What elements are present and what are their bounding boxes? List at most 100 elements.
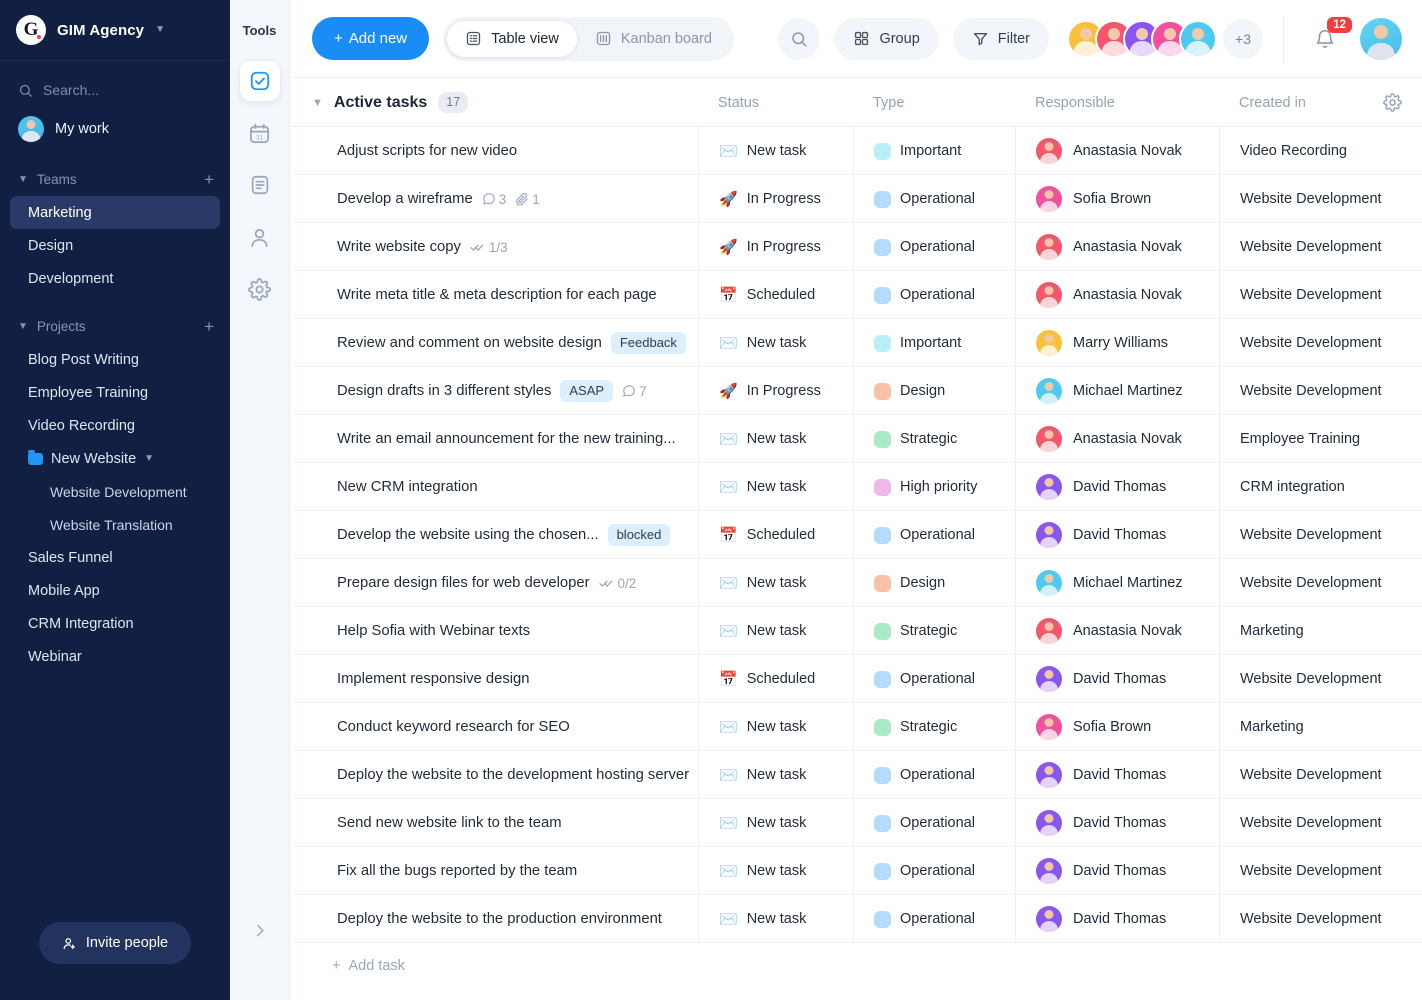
status-cell[interactable]: ✉️ New task — [698, 607, 853, 655]
task-name-cell[interactable]: Write an email announcement for the new … — [290, 415, 698, 463]
table-row[interactable]: Send new website link to the team ✉️ New t… — [290, 799, 1422, 847]
responsible-cell[interactable]: David Thomas — [1015, 655, 1219, 703]
add-project-button[interactable]: + — [204, 318, 214, 335]
type-cell[interactable]: Operational — [853, 223, 1015, 271]
table-row[interactable]: Deploy the website to the development ho… — [290, 751, 1422, 799]
created-in-cell[interactable]: Website Development — [1219, 799, 1422, 847]
add-team-button[interactable]: + — [204, 171, 214, 188]
task-name-cell[interactable]: Design drafts in 3 different styles ASAP 7 — [290, 367, 698, 415]
search-button[interactable] — [778, 17, 821, 60]
table-row[interactable]: Write an email announcement for the new … — [290, 415, 1422, 463]
created-in-cell[interactable]: CRM integration — [1219, 463, 1422, 511]
chevron-down-icon[interactable]: ▼ — [18, 321, 28, 332]
task-name-cell[interactable]: Develop a wireframe 3 1 — [290, 175, 698, 223]
created-in-cell[interactable]: Website Development — [1219, 367, 1422, 415]
type-cell[interactable]: Strategic — [853, 415, 1015, 463]
responsible-cell[interactable]: Michael Martinez — [1015, 367, 1219, 415]
sidebar-group-projects[interactable]: ▼ Projects + — [0, 309, 230, 343]
status-cell[interactable]: ✉️ New task — [698, 463, 853, 511]
type-cell[interactable]: Design — [853, 367, 1015, 415]
table-row[interactable]: Write meta title & meta description for … — [290, 271, 1422, 319]
created-in-cell[interactable]: Video Recording — [1219, 127, 1422, 175]
task-name-cell[interactable]: Deploy the website to the production env… — [290, 895, 698, 943]
tool-calendar[interactable]: 31 — [240, 113, 280, 153]
created-in-cell[interactable]: Marketing — [1219, 703, 1422, 751]
type-cell[interactable]: Important — [853, 127, 1015, 175]
table-row[interactable]: Fix all the bugs reported by the team ✉️ N… — [290, 847, 1422, 895]
status-cell[interactable]: 🚀 In Progress — [698, 367, 853, 415]
invite-people-button[interactable]: Invite people — [38, 922, 192, 964]
status-cell[interactable]: ✉️ New task — [698, 415, 853, 463]
table-row[interactable]: Develop the website using the chosen... b… — [290, 511, 1422, 559]
filter-button[interactable]: Filter — [952, 17, 1049, 60]
status-cell[interactable]: ✉️ New task — [698, 751, 853, 799]
table-row[interactable]: Adjust scripts for new video ✉️ New task Im… — [290, 127, 1422, 175]
task-name-cell[interactable]: Fix all the bugs reported by the team — [290, 847, 698, 895]
responsible-cell[interactable]: David Thomas — [1015, 511, 1219, 559]
responsible-cell[interactable]: David Thomas — [1015, 847, 1219, 895]
status-cell[interactable]: 📅 Scheduled — [698, 511, 853, 559]
type-cell[interactable]: Operational — [853, 175, 1015, 223]
type-cell[interactable]: Operational — [853, 847, 1015, 895]
responsible-cell[interactable]: David Thomas — [1015, 895, 1219, 943]
status-cell[interactable]: ✉️ New task — [698, 895, 853, 943]
created-in-cell[interactable]: Website Development — [1219, 271, 1422, 319]
sidebar-item-website-development[interactable]: Website Development — [10, 475, 220, 508]
task-name-cell[interactable]: Prepare design files for web developer 0/… — [290, 559, 698, 607]
type-cell[interactable]: Important — [853, 319, 1015, 367]
member-avatars[interactable]: +3 — [1067, 18, 1263, 59]
responsible-cell[interactable]: Sofia Brown — [1015, 703, 1219, 751]
table-row[interactable]: Review and comment on website design Feed… — [290, 319, 1422, 367]
created-in-cell[interactable]: Website Development — [1219, 895, 1422, 943]
sidebar-item-website-translation[interactable]: Website Translation — [10, 508, 220, 541]
avatar-overflow-count[interactable]: +3 — [1223, 18, 1263, 59]
responsible-cell[interactable]: Anastasia Novak — [1015, 127, 1219, 175]
task-name-cell[interactable]: Write website copy 1/3 — [290, 223, 698, 271]
type-cell[interactable]: Strategic — [853, 703, 1015, 751]
responsible-cell[interactable]: David Thomas — [1015, 799, 1219, 847]
table-row[interactable]: Develop a wireframe 3 1 🚀 In Progress Operati… — [290, 175, 1422, 223]
table-row[interactable]: Help Sofia with Webinar texts ✉️ New task S… — [290, 607, 1422, 655]
chevron-down-icon[interactable]: ▼ — [312, 97, 323, 109]
responsible-cell[interactable]: Anastasia Novak — [1015, 415, 1219, 463]
created-in-cell[interactable]: Website Development — [1219, 223, 1422, 271]
add-task-button[interactable]: + Add task — [290, 943, 1422, 989]
status-cell[interactable]: ✉️ New task — [698, 703, 853, 751]
table-row[interactable]: Deploy the website to the production env… — [290, 895, 1422, 943]
notifications-button[interactable]: 12 — [1304, 16, 1352, 60]
sidebar-search[interactable]: Search... — [0, 75, 230, 105]
column-header-type[interactable]: Type — [853, 78, 1015, 127]
created-in-cell[interactable]: Website Development — [1219, 655, 1422, 703]
created-in-cell[interactable]: Website Development — [1219, 559, 1422, 607]
attachment-count[interactable]: 1 — [515, 192, 540, 207]
status-cell[interactable]: ✉️ New task — [698, 799, 853, 847]
sidebar-item-blog-post-writing[interactable]: Blog Post Writing — [10, 343, 220, 376]
add-new-button[interactable]: + Add new — [312, 17, 430, 60]
type-cell[interactable]: Operational — [853, 271, 1015, 319]
table-row[interactable]: Write website copy 1/3 🚀 In Progress Operati… — [290, 223, 1422, 271]
user-avatar[interactable] — [1360, 17, 1402, 60]
created-in-cell[interactable]: Website Development — [1219, 175, 1422, 223]
responsible-cell[interactable]: Anastasia Novak — [1015, 607, 1219, 655]
status-cell[interactable]: ✉️ New task — [698, 847, 853, 895]
gear-icon[interactable] — [1383, 93, 1402, 112]
tab-table-view[interactable]: Table view — [447, 20, 577, 57]
responsible-cell[interactable]: David Thomas — [1015, 751, 1219, 799]
avatar[interactable] — [1179, 19, 1217, 58]
responsible-cell[interactable]: Marry Williams — [1015, 319, 1219, 367]
task-name-cell[interactable]: Send new website link to the team — [290, 799, 698, 847]
column-header-responsible[interactable]: Responsible — [1015, 78, 1219, 127]
sidebar-item-new-website[interactable]: New Website ▼ — [10, 442, 220, 475]
type-cell[interactable]: Operational — [853, 511, 1015, 559]
sidebar-group-teams[interactable]: ▼ Teams + — [0, 162, 230, 196]
task-tag[interactable]: ASAP — [560, 379, 614, 403]
status-cell[interactable]: 🚀 In Progress — [698, 223, 853, 271]
task-tag[interactable]: Feedback — [610, 331, 686, 355]
sidebar-item-sales-funnel[interactable]: Sales Funnel — [10, 541, 220, 574]
type-cell[interactable]: Strategic — [853, 607, 1015, 655]
sidebar-item-crm-integration[interactable]: CRM Integration — [10, 607, 220, 640]
created-in-cell[interactable]: Website Development — [1219, 847, 1422, 895]
status-cell[interactable]: ✉️ New task — [698, 127, 853, 175]
responsible-cell[interactable]: Anastasia Novak — [1015, 271, 1219, 319]
responsible-cell[interactable]: David Thomas — [1015, 463, 1219, 511]
